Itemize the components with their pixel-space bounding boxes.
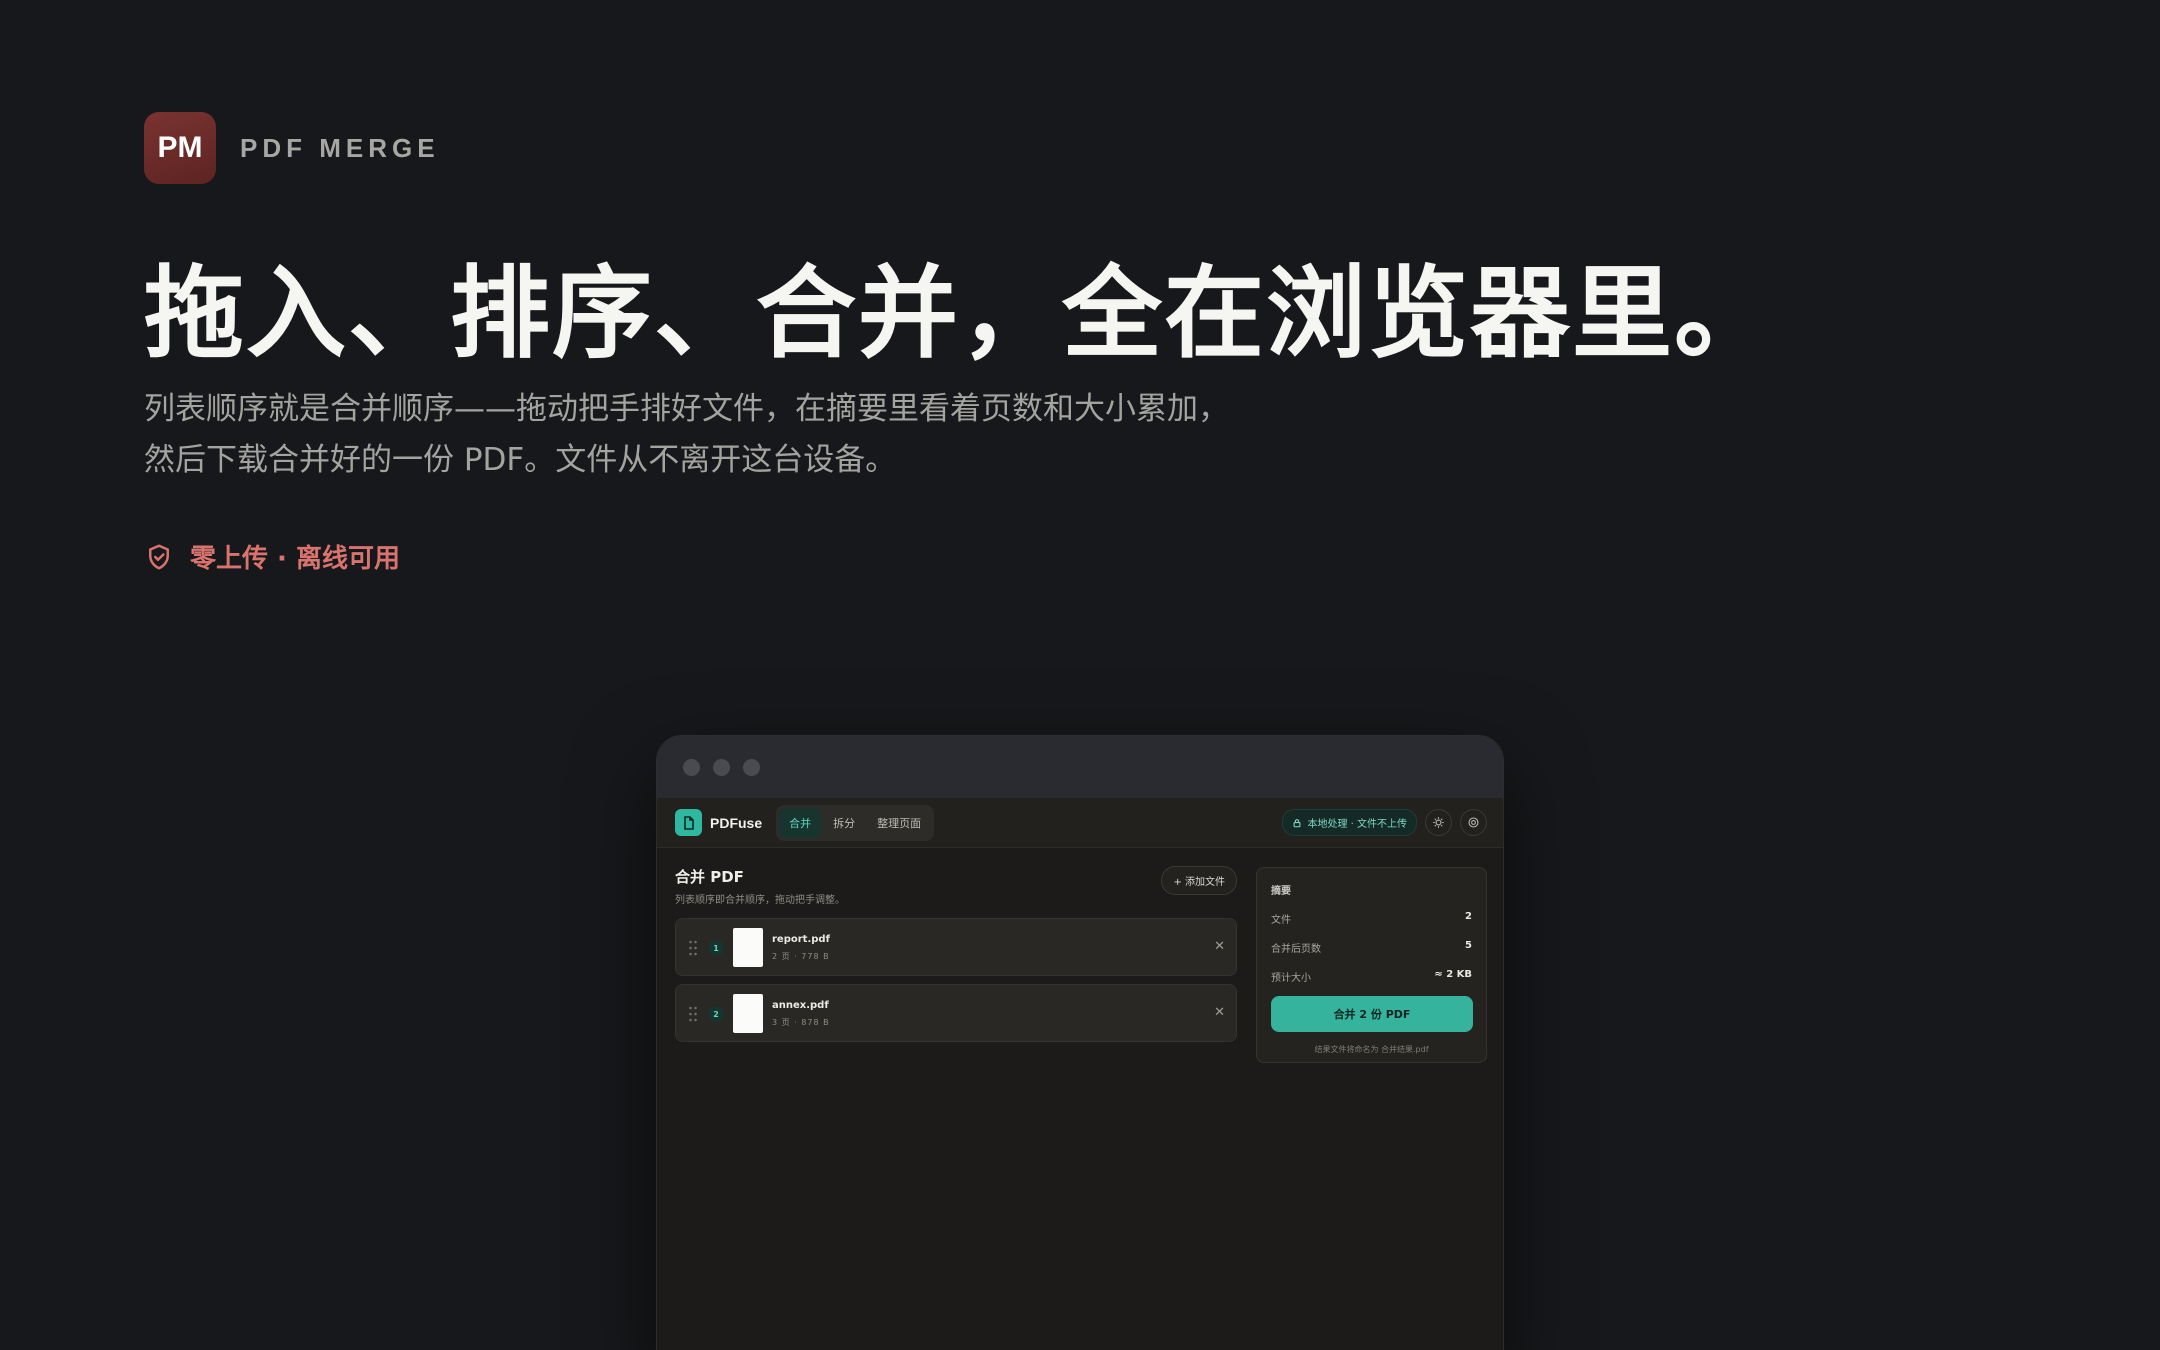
theme-toggle-button[interactable] xyxy=(1425,809,1452,836)
file-row[interactable]: 1 report.pdf 2 页 · 778 B ✕ xyxy=(675,918,1237,976)
summary-label: 预计大小 xyxy=(1271,973,1311,984)
close-icon[interactable]: ✕ xyxy=(1214,1005,1225,1020)
app-toolbar: PDFuse 合并 拆分 整理页面 本地处理 · 文件不上传 xyxy=(657,798,1503,848)
file-meta: 3 页 · 878 B xyxy=(772,1018,830,1027)
file-name: annex.pdf xyxy=(772,1000,829,1011)
gear-icon xyxy=(1468,817,1479,828)
settings-button[interactable] xyxy=(1460,809,1487,836)
subtitle: 列表顺序就是合并顺序——拖动把手排好文件，在摘要里看着页数和大小累加，然后下载合… xyxy=(144,391,1229,478)
file-index: 1 xyxy=(708,940,724,956)
local-badge-label: 本地处理 · 文件不上传 xyxy=(1307,819,1407,830)
file-meta: 2 页 · 778 B xyxy=(772,952,830,961)
lock-icon xyxy=(1293,818,1301,827)
landing-page: PM PDF MERGE 拖入、排序、合并，全在浏览器里。 列表顺序就是合并顺序… xyxy=(0,0,2160,1350)
app-icon: PM xyxy=(144,112,216,184)
summary-value: 2 xyxy=(1465,911,1472,922)
app-window: PDFuse 合并 拆分 整理页面 本地处理 · 文件不上传 合并 PDF 列表… xyxy=(656,735,1504,1350)
privacy-note: 零上传 · 离线可用 xyxy=(144,538,400,575)
sun-icon xyxy=(1433,817,1444,828)
window-titlebar xyxy=(657,736,1503,798)
file-row[interactable]: 2 annex.pdf 3 页 · 878 B ✕ xyxy=(675,984,1237,1042)
window-minimize-dot[interactable] xyxy=(713,758,730,776)
tab-organize[interactable]: 整理页面 xyxy=(867,808,931,838)
drag-handle-icon[interactable] xyxy=(688,939,698,957)
brand: PM PDF MERGE xyxy=(144,112,440,184)
file-name: report.pdf xyxy=(772,934,830,945)
drag-handle-icon[interactable] xyxy=(688,1005,698,1023)
file-icon xyxy=(683,815,694,830)
summary-row-pages: 合并后页数 5 xyxy=(1271,940,1472,955)
summary-row-files: 文件 2 xyxy=(1271,911,1472,926)
mode-tabs: 合并 拆分 整理页面 xyxy=(776,804,935,841)
file-index: 2 xyxy=(708,1006,724,1022)
window-close-dot[interactable] xyxy=(683,758,700,776)
tab-merge[interactable]: 合并 xyxy=(779,807,822,838)
headline: 拖入、排序、合并，全在浏览器里。 xyxy=(144,255,1776,372)
logo-text: PDFuse xyxy=(710,814,763,831)
merge-button[interactable]: 合并 2 份 PDF xyxy=(1271,996,1473,1032)
file-thumbnail xyxy=(733,994,763,1033)
add-file-button[interactable]: + 添加文件 xyxy=(1161,866,1237,895)
summary-label: 文件 xyxy=(1271,915,1291,926)
merge-header: 合并 PDF 列表顺序即合并顺序，拖动把手调整。 + 添加文件 xyxy=(675,866,1237,918)
summary-value: ≈ 2 KB xyxy=(1434,969,1472,980)
merge-panel: 合并 PDF 列表顺序即合并顺序，拖动把手调整。 + 添加文件 1 report… xyxy=(675,866,1237,1050)
close-icon[interactable]: ✕ xyxy=(1214,939,1225,954)
local-processing-badge: 本地处理 · 文件不上传 xyxy=(1282,809,1417,836)
summary-title: 摘要 xyxy=(1271,886,1291,897)
logo xyxy=(675,809,702,836)
summary-label: 合并后页数 xyxy=(1271,944,1321,955)
window-maximize-dot[interactable] xyxy=(743,758,760,776)
privacy-label: 零上传 · 离线可用 xyxy=(190,544,400,574)
tab-split[interactable]: 拆分 xyxy=(823,808,865,838)
summary-value: 5 xyxy=(1465,940,1472,951)
brand-name: PDF MERGE xyxy=(240,132,440,163)
summary-panel: 摘要 文件 2 合并后页数 5 预计大小 ≈ 2 KB 合并 2 份 PDF 结… xyxy=(1256,867,1487,1063)
file-thumbnail xyxy=(733,928,763,967)
summary-row-size: 预计大小 ≈ 2 KB xyxy=(1271,969,1472,984)
page-hint: 列表顺序即合并顺序，拖动把手调整。 xyxy=(675,895,845,906)
app-content: 合并 PDF 列表顺序即合并顺序，拖动把手调整。 + 添加文件 1 report… xyxy=(657,848,1503,1350)
output-filename-note: 结果文件将命名为 合并结果.pdf xyxy=(1314,1045,1429,1054)
shield-check-icon xyxy=(149,544,169,569)
page-title: 合并 PDF xyxy=(675,868,744,886)
